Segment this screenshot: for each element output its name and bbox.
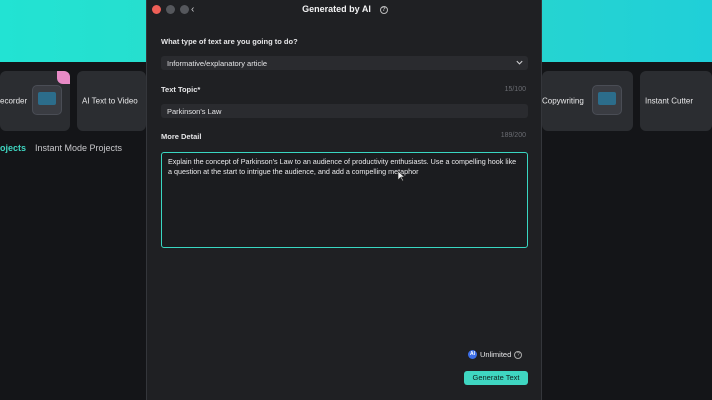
- text-topic-value: Parkinson's Law: [167, 107, 222, 116]
- dialog-title-text: Generated by AI: [302, 4, 371, 14]
- mouse-ibeam-cursor-icon: [397, 170, 405, 182]
- generate-text-button[interactable]: Generate Text: [464, 371, 528, 385]
- text-type-value: Informative/explanatory article: [167, 59, 268, 68]
- tab-projects[interactable]: ojects: [0, 143, 26, 153]
- text-topic-input[interactable]: Parkinson's Law: [161, 104, 528, 118]
- copywriting-icon: [592, 85, 622, 115]
- tab-instant-mode-projects[interactable]: Instant Mode Projects: [35, 143, 122, 153]
- ai-credits-icon: AI: [468, 350, 477, 359]
- more-detail-value: Explain the concept of Parkinson's Law t…: [168, 157, 517, 176]
- screen-recorder-icon: [32, 85, 62, 115]
- more-detail-label: More Detail: [161, 132, 202, 141]
- credits-indicator: AI Unlimited ?: [468, 350, 523, 359]
- dialog-title: Generated by AI?: [147, 4, 543, 14]
- text-type-select[interactable]: Informative/explanatory article: [161, 56, 528, 70]
- tool-card-ai-text-to-video[interactable]: AI Text to Video: [77, 71, 146, 131]
- tool-card-label: AI Text to Video: [82, 96, 138, 106]
- text-type-question: What type of text are you going to do?: [161, 37, 298, 46]
- app-window: ecorder AI Text to Video Copywriting Ins…: [0, 0, 712, 400]
- ai-copywriting-dialog: ‹ Generated by AI? What type of text are…: [146, 0, 542, 400]
- credits-label: Unlimited: [480, 350, 512, 359]
- title-bar: ‹ Generated by AI?: [147, 0, 543, 20]
- tool-card-screen-recorder[interactable]: ecorder: [0, 71, 70, 131]
- new-badge-icon: [57, 71, 70, 84]
- question-circle-icon[interactable]: ?: [514, 350, 523, 359]
- question-circle-icon[interactable]: ?: [379, 6, 388, 14]
- text-topic-label: Text Topic*: [161, 85, 201, 94]
- tool-card-copywriting[interactable]: Copywriting: [542, 71, 633, 131]
- tool-card-instant-cutter[interactable]: Instant Cutter: [640, 71, 712, 131]
- more-detail-textarea[interactable]: Explain the concept of Parkinson's Law t…: [161, 152, 528, 248]
- chevron-down-icon: [516, 60, 523, 65]
- tool-card-label: Instant Cutter: [645, 96, 694, 106]
- tool-card-label: Copywriting: [542, 96, 584, 106]
- topic-char-counter: 15/100: [504, 86, 526, 93]
- detail-char-counter: 189/200: [500, 132, 526, 139]
- tool-card-label: ecorder: [0, 96, 28, 106]
